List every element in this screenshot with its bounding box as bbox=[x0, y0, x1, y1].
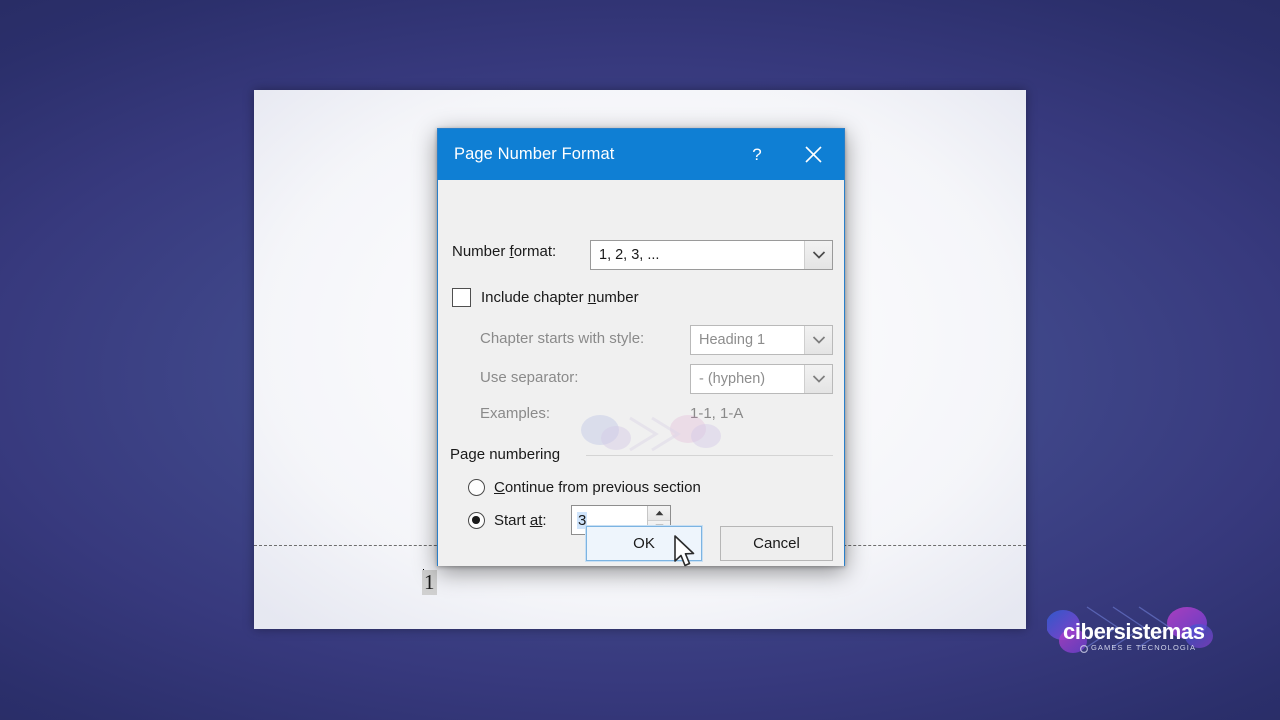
start-at-label: Start at: bbox=[494, 512, 547, 529]
spinner-up-icon[interactable] bbox=[648, 506, 670, 520]
start-at-label-post: : bbox=[542, 512, 547, 529]
brand-tagline: GAMES E TECNOLOGIA bbox=[1091, 643, 1197, 652]
number-format-combobox[interactable]: 1, 2, 3, ... bbox=[590, 240, 833, 270]
examples-row: Examples: bbox=[480, 405, 550, 422]
group-separator-line bbox=[586, 455, 833, 456]
chapter-style-row: Chapter starts with style: bbox=[480, 330, 644, 347]
radio-circle-selected-icon bbox=[468, 512, 485, 529]
include-chapter-number-checkbox[interactable]: Include chapter number bbox=[452, 288, 639, 307]
include-chapter-label-post: umber bbox=[596, 289, 639, 306]
include-chapter-label-accel: n bbox=[587, 289, 597, 306]
close-icon[interactable] bbox=[790, 129, 836, 180]
chapter-style-label: Chapter starts with style: bbox=[480, 330, 645, 347]
cancel-button[interactable]: Cancel bbox=[720, 526, 833, 561]
use-separator-combobox[interactable]: - (hyphen) bbox=[690, 364, 833, 394]
chapter-style-value: Heading 1 bbox=[699, 332, 766, 348]
checkbox-box-icon bbox=[452, 288, 471, 307]
chevron-down-icon[interactable] bbox=[804, 241, 832, 269]
page-numbering-group-label: Page numbering bbox=[450, 446, 561, 463]
start-at-label-accel: at bbox=[529, 512, 543, 529]
continue-label-accel: C bbox=[494, 479, 505, 496]
chapter-style-combobox[interactable]: Heading 1 bbox=[690, 325, 833, 355]
examples-label: Examples: bbox=[480, 405, 551, 422]
start-at-label-pre: Start bbox=[494, 512, 530, 529]
use-separator-row: Use separator: bbox=[480, 369, 578, 386]
continue-label-post: ontinue from previous section bbox=[504, 479, 701, 496]
continue-option-label: Continue from previous section bbox=[494, 479, 701, 496]
number-format-label-post: ormat: bbox=[513, 243, 557, 260]
use-separator-value: - (hyphen) bbox=[699, 371, 766, 387]
chevron-down-icon[interactable] bbox=[804, 365, 832, 393]
dialog-body: Number format: 1, 2, 3, ... Include chap… bbox=[438, 180, 844, 566]
brand-name: cibersistemas bbox=[1063, 619, 1205, 644]
chevron-down-icon[interactable] bbox=[804, 326, 832, 354]
page-number-format-dialog[interactable]: Page Number Format ? Number format: 1, 2… bbox=[437, 128, 845, 566]
start-at-radio[interactable]: Start at: bbox=[468, 512, 547, 529]
brand-logo: cibersistemas GAMES E TECNOLOGIA bbox=[1046, 603, 1225, 665]
screen: 1 Page Number Format ? Number format: 1,… bbox=[0, 0, 1280, 720]
dialog-title: Page Number Format bbox=[454, 145, 615, 163]
include-chapter-number-label: Include chapter number bbox=[481, 289, 639, 306]
ok-button[interactable]: OK bbox=[585, 525, 703, 562]
footer-page-number-field[interactable]: 1 bbox=[422, 570, 437, 595]
help-glyph: ? bbox=[752, 144, 762, 164]
number-format-row: Number format: bbox=[452, 243, 556, 260]
radio-circle-icon bbox=[468, 479, 485, 496]
help-icon[interactable]: ? bbox=[734, 129, 780, 180]
examples-value: 1-1, 1-A bbox=[690, 405, 744, 422]
number-format-label-pre: Number bbox=[452, 243, 510, 260]
number-format-label: Number format: bbox=[452, 243, 556, 260]
continue-from-previous-section-radio[interactable]: Continue from previous section bbox=[468, 479, 701, 496]
use-separator-label: Use separator: bbox=[480, 369, 579, 386]
include-chapter-label-pre: Include chapter bbox=[481, 289, 588, 306]
number-format-value: 1, 2, 3, ... bbox=[599, 247, 660, 263]
examples-value-row: 1-1, 1-A bbox=[690, 405, 743, 422]
dialog-title-bar[interactable]: Page Number Format ? bbox=[438, 129, 844, 180]
